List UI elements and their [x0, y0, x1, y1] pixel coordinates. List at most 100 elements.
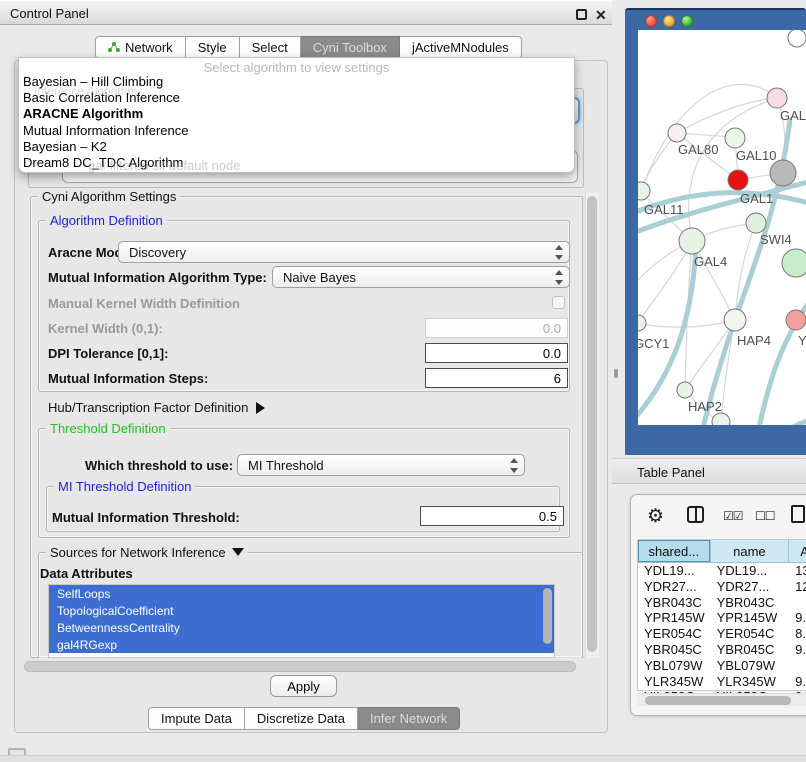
panel-divider-handle[interactable] [614, 369, 618, 378]
table-cell [789, 595, 806, 611]
network-node[interactable] [788, 30, 806, 47]
expand-right-icon [256, 402, 265, 414]
mi-threshold-group-title: MI Threshold Definition [54, 479, 195, 494]
which-threshold-label: Which threshold to use: [85, 458, 233, 473]
mi-threshold-field[interactable]: 0.5 [420, 506, 564, 526]
table-row[interactable]: YPR145WYPR145W9. [638, 610, 806, 626]
mi-type-combo[interactable]: Naive Bayes [272, 266, 570, 288]
network-node[interactable] [638, 182, 650, 200]
algorithm-option[interactable]: Bayesian – K2 [19, 139, 574, 155]
node-label: SWI4 [760, 232, 792, 247]
apply-button[interactable]: Apply [270, 675, 337, 697]
tab-discretize-data[interactable]: Discretize Data [245, 707, 358, 730]
tab-jactivemnodules[interactable]: jActiveMNodules [400, 36, 522, 59]
network-node[interactable] [638, 315, 646, 331]
node-label: GAL80 [678, 142, 718, 157]
bottom-strip [0, 755, 806, 762]
network-node[interactable] [782, 249, 806, 277]
table-row[interactable]: YBR045CYBR045C9. [638, 642, 806, 658]
mi-steps-label: Mutual Information Steps: [48, 371, 208, 386]
table-row[interactable]: YER054CYER054C8. [638, 626, 806, 642]
dpi-tolerance-field[interactable]: 0.0 [425, 343, 568, 363]
table-cell: YBR043C [711, 595, 790, 611]
attributes-scrollbar[interactable] [543, 588, 552, 644]
unselect-all-boxes-icon[interactable]: ☐☐ [755, 509, 775, 523]
algorithm-dropdown-prompt: Select algorithm to view settings [19, 58, 574, 74]
table-window: ⚙ ☑☑ ☐☐ shared...nameA YDL19...YDL19...1… [630, 494, 806, 716]
table-cell [789, 658, 806, 674]
network-node[interactable] [668, 124, 686, 142]
algorithm-option[interactable]: Dream8 DC_TDC Algorithm [19, 155, 574, 171]
gear-icon[interactable]: ⚙ [647, 505, 664, 528]
table-cell: YDR27... [711, 579, 790, 595]
aracne-mode-combo[interactable]: Discovery [118, 241, 570, 263]
close-traffic-light-icon[interactable] [645, 15, 657, 27]
table-cell: 9. [789, 610, 806, 626]
algorithm-option[interactable]: Mutual Information Inference [19, 123, 574, 139]
attribute-item[interactable]: SelfLoops [49, 585, 554, 602]
network-node[interactable] [724, 309, 746, 331]
settings-hscroll-thumb[interactable] [24, 661, 576, 672]
table-row[interactable]: YDR27...YDR27...12 [638, 579, 806, 595]
float-window-icon[interactable] [576, 9, 587, 20]
node-label: GAL [780, 108, 806, 123]
settings-vscroll-thumb[interactable] [587, 196, 597, 652]
network-node[interactable] [677, 382, 693, 398]
table-row[interactable]: YBL079WYBL079W [638, 658, 806, 674]
manual-kernel-checkbox[interactable] [552, 296, 565, 309]
network-canvas[interactable]: GALGAL80GAL10GAL1GAL11SWI4GAL4GCY1HAP4YH… [638, 30, 806, 425]
network-node[interactable] [786, 310, 806, 330]
tab-network[interactable]: Network [95, 36, 186, 59]
table-row[interactable]: YBR043CYBR043C [638, 595, 806, 611]
bottom-tab-bar: Impute Data Discretize Data Infer Network [148, 707, 460, 730]
attribute-item[interactable]: gal4RGexp [49, 636, 554, 653]
select-all-checks-icon[interactable]: ☑☑ [723, 509, 743, 523]
tab-label: jActiveMNodules [412, 40, 509, 55]
table-row[interactable]: YLR345WYLR345W9. [638, 674, 806, 690]
table-row[interactable]: YDL19...YDL19...13 [638, 563, 806, 579]
mi-steps-field[interactable]: 6 [425, 368, 568, 388]
algorithm-option[interactable]: Bayesian – Hill Climbing [19, 74, 574, 90]
node-table[interactable]: shared...nameA YDL19...YDL19...13YDR27..… [637, 539, 806, 691]
network-node[interactable] [712, 413, 730, 425]
which-threshold-combo[interactable]: MI Threshold [237, 454, 525, 476]
close-icon[interactable]: ✕ [595, 7, 607, 24]
table-hscroll-track[interactable] [637, 693, 806, 706]
columns-icon[interactable] [687, 506, 704, 523]
table-hscroll-thumb[interactable] [645, 696, 791, 705]
table-cell: YBR043C [638, 595, 711, 611]
algorithm-option[interactable]: Basic Correlation Inference [19, 90, 574, 106]
sources-group-title[interactable]: Sources for Network Inference [46, 545, 248, 560]
which-threshold-value: MI Threshold [248, 458, 324, 473]
attribute-item[interactable]: TopologicalCoefficient [49, 602, 554, 619]
network-node[interactable] [728, 170, 748, 190]
algorithm-option[interactable]: ARACNE Algorithm [19, 106, 574, 122]
tab-infer-network[interactable]: Infer Network [358, 707, 460, 730]
export-table-icon[interactable] [791, 505, 805, 523]
tab-cyni-toolbox[interactable]: Cyni Toolbox [301, 36, 400, 59]
node-label: HAP4 [737, 333, 771, 348]
table-toolbar: ⚙ ☑☑ ☐☐ [631, 503, 806, 533]
network-node[interactable] [767, 88, 787, 108]
network-node[interactable] [679, 228, 705, 254]
hub-definition-toggle[interactable]: Hub/Transcription Factor Definition [48, 400, 265, 415]
column-header-2[interactable]: name [711, 540, 790, 562]
tab-select[interactable]: Select [240, 36, 301, 59]
node-label: HAP2 [688, 399, 722, 414]
column-header-3[interactable]: A [789, 540, 806, 562]
network-node[interactable] [770, 160, 796, 186]
algorithm-definition-title: Algorithm Definition [46, 213, 167, 228]
kernel-width-field[interactable]: 0.0 [425, 318, 568, 338]
network-node[interactable] [725, 128, 745, 148]
minimize-traffic-light-icon[interactable] [663, 15, 675, 27]
data-attributes-list[interactable]: SelfLoopsTopologicalCoefficientBetweenne… [48, 584, 555, 658]
network-node[interactable] [746, 213, 766, 233]
tab-impute-data[interactable]: Impute Data [148, 707, 245, 730]
zoom-traffic-light-icon[interactable] [681, 15, 693, 27]
column-header-1[interactable]: shared... [638, 540, 711, 562]
tab-label: Network [125, 40, 173, 55]
tab-label: Discretize Data [257, 711, 345, 726]
tab-style[interactable]: Style [186, 36, 240, 59]
attribute-item[interactable]: BetweennessCentrality [49, 619, 554, 636]
network-icon [108, 41, 120, 53]
